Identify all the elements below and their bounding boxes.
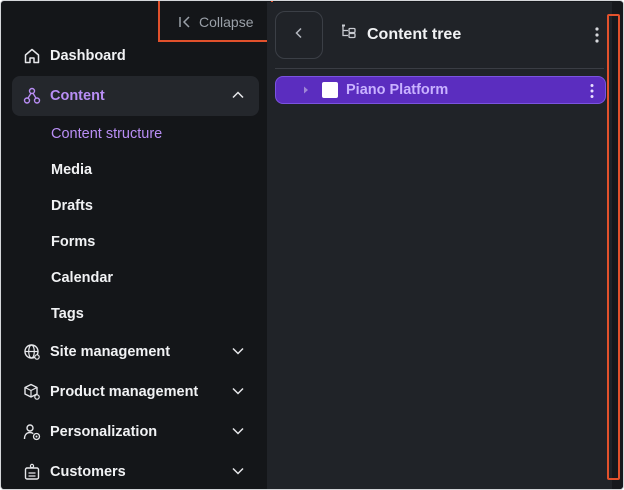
sidebar-item-product-management[interactable]: Product management (12, 372, 259, 412)
sidebar-item-customers[interactable]: Customers (12, 452, 259, 489)
back-button[interactable] (275, 11, 323, 59)
kebab-menu-icon (594, 27, 600, 48)
sidebar-item-label: Site management (50, 344, 171, 360)
sidebar-item-site-management[interactable]: Site management (12, 332, 259, 372)
tree-node-label: Piano Platform (346, 82, 449, 98)
sidebar-subitem-calendar[interactable]: Calendar (51, 268, 113, 288)
customers-icon (22, 462, 42, 482)
sidebar-subitem-media[interactable]: Media (51, 160, 92, 180)
node-checkbox[interactable] (322, 82, 338, 98)
tree-node-piano-platform[interactable]: Piano Platform (275, 76, 606, 104)
sidebar-item-dashboard[interactable]: Dashboard (12, 36, 259, 76)
sidebar-item-label: Customers (50, 464, 126, 480)
scrollbar-highlight[interactable] (607, 14, 620, 480)
panel-menu-button[interactable] (594, 26, 600, 49)
chevron-down-icon (231, 384, 245, 402)
collapse-icon (178, 15, 192, 29)
chevron-down-icon (231, 424, 245, 442)
sidebar-item-content[interactable]: Content (12, 76, 259, 116)
expand-caret-icon[interactable] (302, 85, 312, 95)
sidebar-subitem-forms[interactable]: Forms (51, 232, 95, 252)
chevron-down-icon (231, 344, 245, 362)
chevron-down-icon (231, 464, 245, 482)
sidebar-item-label: Content (50, 88, 105, 104)
sidebar-item-personalization[interactable]: Personalization (12, 412, 259, 452)
chevron-up-icon (231, 88, 245, 106)
product-icon (22, 382, 42, 402)
panel-divider (275, 68, 604, 69)
personalization-icon (22, 422, 42, 442)
collapse-label: Collapse (199, 14, 254, 30)
sidebar-subitem-drafts[interactable]: Drafts (51, 196, 93, 216)
panel-title-text: Content tree (367, 25, 462, 43)
tree-icon (341, 24, 357, 45)
content-tree-panel: Content tree Piano Platform (267, 2, 612, 489)
sidebar-item-label: Dashboard (50, 48, 126, 64)
sidebar: Collapse Dashboard Content Content struc… (2, 1, 273, 489)
sidebar-item-label: Product management (50, 384, 199, 400)
node-menu-button[interactable] (589, 83, 595, 104)
sidebar-subitem-content-structure[interactable]: Content structure (51, 124, 162, 144)
app-frame: Collapse Dashboard Content Content struc… (0, 0, 624, 490)
sidebar-subitem-tags[interactable]: Tags (51, 304, 84, 324)
collapse-button[interactable]: Collapse (178, 12, 253, 32)
sidebar-item-label: Personalization (50, 424, 158, 440)
home-icon (22, 46, 42, 66)
globe-icon (22, 342, 42, 362)
chevron-left-icon (292, 26, 306, 45)
panel-title: Content tree (341, 24, 461, 45)
content-icon (22, 86, 42, 106)
